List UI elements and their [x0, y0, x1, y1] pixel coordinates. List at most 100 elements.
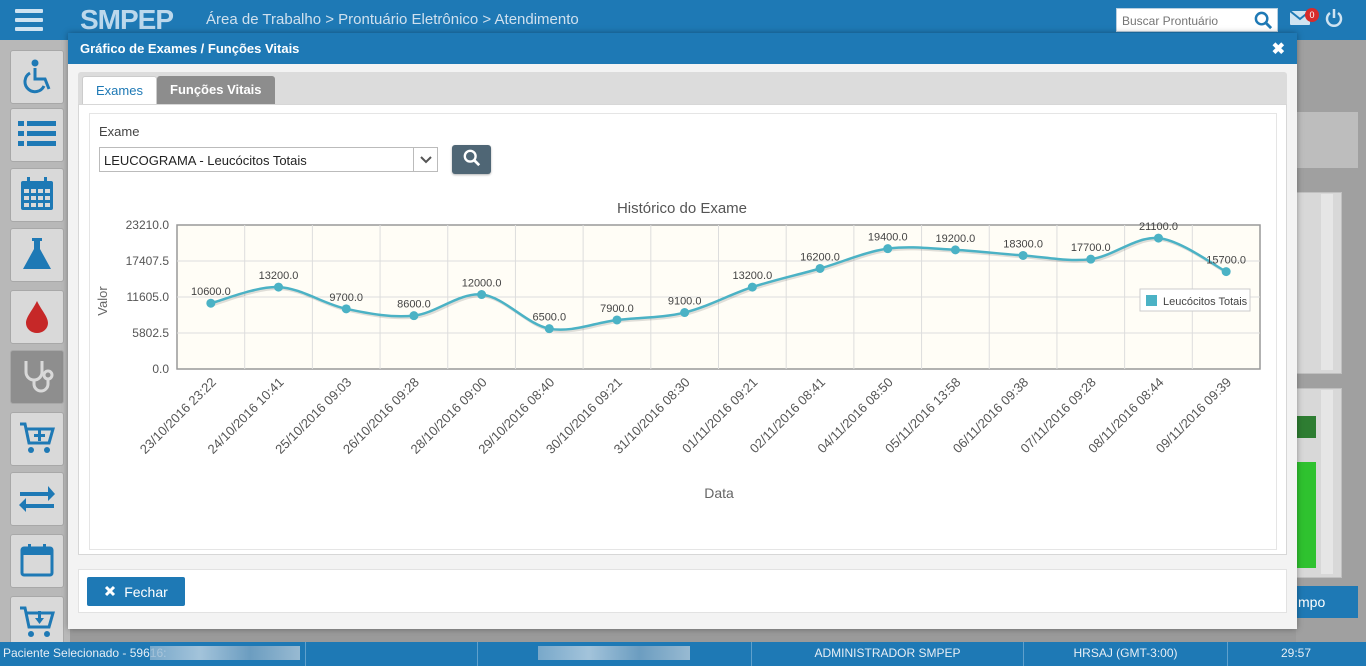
chart-legend: Leucócitos Totais — [1139, 288, 1251, 312]
search-exam-button[interactable] — [452, 145, 491, 174]
exam-select[interactable]: LEUCOGRAMA - Leucócitos Totais — [99, 147, 438, 172]
data-label: 21100.0 — [1139, 221, 1178, 233]
exam-label: Exame — [99, 124, 140, 139]
background-scrollbar[interactable] — [1321, 194, 1333, 370]
data-label: 19400.0 — [868, 232, 908, 244]
status-unit: HRSAJ (GMT-3:00) — [1024, 642, 1228, 666]
sidebar-item-transfer[interactable] — [10, 472, 64, 526]
app-logo[interactable]: SMPEP — [80, 4, 174, 36]
data-point[interactable] — [1221, 267, 1231, 277]
search-icon — [463, 149, 481, 170]
exam-panel: Exame LEUCOGRAMA - Leucócitos Totais His… — [89, 113, 1277, 550]
data-point[interactable] — [544, 324, 554, 334]
modal-footer: Fechar — [78, 569, 1287, 613]
sidebar-item-calendar[interactable] — [10, 534, 64, 588]
chart-xlabel: Data — [704, 485, 734, 501]
close-icon[interactable]: ✖ — [1272, 39, 1285, 59]
data-point[interactable] — [1018, 250, 1028, 260]
sidebar-item-list[interactable] — [10, 108, 64, 162]
search-icon[interactable] — [1254, 11, 1273, 33]
legend-swatch — [1146, 295, 1157, 306]
data-point[interactable] — [477, 290, 487, 300]
sidebar-item-accessibility[interactable] — [10, 50, 64, 104]
tab-content: Exame LEUCOGRAMA - Leucócitos Totais His… — [78, 104, 1287, 555]
data-label: 13200.0 — [732, 270, 772, 282]
chevron-down-icon[interactable] — [413, 148, 437, 171]
sidebar-item-cart-add[interactable] — [10, 412, 64, 466]
data-point[interactable] — [341, 304, 351, 314]
redacted-field — [538, 646, 690, 660]
data-point[interactable] — [950, 245, 960, 255]
tabs-container: Exames Funções Vitais Exame LEUCOGRAMA -… — [78, 72, 1287, 555]
search-box — [1116, 8, 1278, 32]
data-label: 18300.0 — [1003, 238, 1043, 250]
data-label: 10600.0 — [191, 286, 231, 298]
accessibility-icon — [19, 58, 55, 97]
modal-header: Gráfico de Exames / Funções Vitais ✖ — [68, 33, 1297, 64]
data-label: 8600.0 — [397, 299, 431, 311]
chart-title: Histórico do Exame — [617, 200, 747, 217]
exam-select-value: LEUCOGRAMA - Leucócitos Totais — [104, 153, 307, 168]
close-x-icon — [104, 584, 116, 600]
tab-exames[interactable]: Exames — [82, 76, 157, 105]
exam-history-chart: Histórico do Exame Valor Data 0.0 5802.5 1… — [95, 200, 1261, 501]
sidebar-item-calendar-grid[interactable] — [10, 168, 64, 222]
blood-drop-icon — [24, 299, 50, 336]
data-label: 13200.0 — [259, 270, 299, 282]
data-label: 15700.0 — [1206, 255, 1246, 267]
y-tick-label: 5802.5 — [132, 326, 169, 340]
background-table — [1296, 192, 1342, 374]
status-user: ADMINISTRADOR SMPEP — [752, 642, 1024, 666]
data-point[interactable] — [409, 311, 419, 321]
status-patient-label: Paciente Selecionado - 59616: — [3, 646, 167, 660]
background-header-block — [1296, 112, 1358, 168]
list-icon — [18, 119, 56, 152]
stethoscope-icon — [20, 358, 54, 397]
data-point[interactable] — [1153, 233, 1163, 243]
data-point[interactable] — [883, 244, 893, 254]
tab-funcoes-vitais[interactable]: Funções Vitais — [157, 76, 275, 104]
data-point[interactable] — [206, 298, 216, 308]
background-status-cell — [1296, 416, 1316, 438]
y-tick-label: 0.0 — [152, 362, 169, 376]
sidebar — [0, 40, 70, 650]
background-button[interactable]: mpo — [1296, 586, 1358, 618]
legend-label: Leucócitos Totais — [1163, 296, 1248, 308]
data-label: 19200.0 — [936, 233, 976, 245]
close-button-label: Fechar — [124, 583, 168, 600]
data-label: 6500.0 — [532, 312, 566, 324]
data-point[interactable] — [815, 263, 825, 273]
data-point[interactable] — [274, 282, 284, 292]
hamburger-menu-icon[interactable] — [0, 0, 58, 40]
chart-ylabel: Valor — [95, 286, 110, 316]
background-scrollbar-2[interactable] — [1321, 390, 1333, 574]
power-icon[interactable] — [1324, 8, 1344, 31]
data-label: 17700.0 — [1071, 242, 1111, 254]
y-tick-label: 11605.0 — [127, 290, 170, 304]
sidebar-item-lab[interactable] — [10, 228, 64, 282]
transfer-arrows-icon — [18, 483, 56, 516]
data-point[interactable] — [747, 282, 757, 292]
cart-download-icon — [19, 605, 55, 642]
data-label: 9700.0 — [329, 292, 363, 304]
data-point[interactable] — [1086, 254, 1096, 264]
background-status-bar — [1296, 462, 1316, 568]
sidebar-item-stethoscope[interactable] — [10, 350, 64, 404]
close-button[interactable]: Fechar — [87, 577, 185, 606]
status-empty-1 — [306, 642, 478, 666]
sidebar-item-blood[interactable] — [10, 290, 64, 344]
cart-add-icon — [19, 421, 55, 458]
x-tick-label: 09/11/2016 09:39 — [1153, 375, 1234, 456]
calendar-grid-icon — [20, 176, 54, 214]
status-time: 29:57 — [1280, 646, 1311, 660]
status-bar: Paciente Selecionado - 59616: ADMINISTRA… — [0, 642, 1366, 666]
modal-title: Gráfico de Exames / Funções Vitais — [80, 41, 300, 56]
data-label: 7900.0 — [600, 303, 634, 315]
notification-badge: 0 — [1305, 8, 1319, 22]
search-input[interactable] — [1120, 10, 1254, 32]
data-point[interactable] — [680, 308, 690, 318]
redacted-patient-name — [150, 646, 300, 660]
y-tick-label: 17407.5 — [126, 254, 170, 268]
data-point[interactable] — [612, 315, 622, 325]
data-label: 12000.0 — [462, 278, 502, 290]
